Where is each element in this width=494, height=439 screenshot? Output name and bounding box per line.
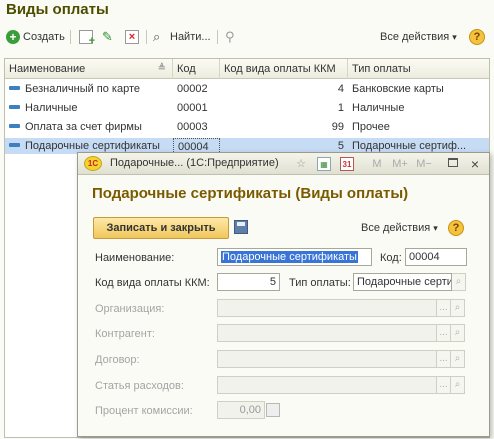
toolbar-separator bbox=[70, 30, 71, 44]
create-icon: + bbox=[6, 30, 20, 44]
column-header-name[interactable]: Наименование ≜ bbox=[5, 59, 173, 79]
find-button[interactable]: ⌕ Найти... bbox=[153, 28, 211, 46]
name-field[interactable]: Подарочные сертификаты bbox=[217, 248, 372, 266]
form-heading: Подарочные сертификаты (Виды оплаты) bbox=[92, 185, 409, 202]
commission-field: 0,00 bbox=[217, 401, 265, 419]
payment-type-form-window: 1С Подарочные... (1С:Предприятие) ☆ ▦ 31… bbox=[77, 152, 490, 437]
save-and-close-button[interactable]: Записать и закрыть bbox=[93, 217, 229, 239]
calendar-icon[interactable]: 31 bbox=[340, 157, 354, 171]
table-row[interactable]: Безналичный по карте 00002 4 Банковские … bbox=[5, 81, 489, 97]
save-icon[interactable] bbox=[234, 220, 248, 234]
m-plus-icon[interactable]: M+ bbox=[391, 157, 409, 171]
all-actions-menu[interactable]: Все действия ▾ bbox=[380, 28, 457, 46]
copy-button[interactable] bbox=[79, 28, 95, 47]
payment-type-label: Тип оплаты: bbox=[289, 277, 351, 289]
counterparty-label: Контрагент: bbox=[95, 328, 155, 340]
catalog-item-icon bbox=[9, 86, 20, 91]
catalog-item-icon bbox=[9, 105, 20, 110]
find-icon: ⌕ bbox=[153, 29, 161, 44]
name-label: Наименование: bbox=[95, 252, 175, 264]
table-header: Наименование ≜ Код Код вида оплаты ККМ Т… bbox=[5, 59, 489, 79]
column-header-kkm[interactable]: Код вида оплаты ККМ bbox=[220, 59, 348, 79]
code-field[interactable]: 00004 bbox=[405, 248, 467, 266]
find-label: Найти... bbox=[170, 31, 211, 43]
calculator-icon bbox=[266, 403, 280, 417]
code-label: Код: bbox=[380, 252, 402, 264]
restore-icon[interactable] bbox=[446, 157, 460, 171]
close-icon[interactable]: × bbox=[468, 157, 482, 171]
payment-type-field[interactable]: Подарочные серти bbox=[353, 273, 452, 291]
page-title: Виды оплаты bbox=[6, 1, 109, 18]
kkm-code-field[interactable]: 5 bbox=[217, 273, 280, 291]
catalog-item-icon bbox=[9, 143, 20, 148]
search-icon: ⌕ bbox=[451, 376, 465, 394]
create-label: Создать bbox=[23, 31, 65, 43]
search-icon: ⌕ bbox=[451, 299, 465, 317]
delete-button[interactable]: × bbox=[125, 28, 139, 46]
create-button[interactable]: + Создать bbox=[6, 28, 65, 46]
catalog-item-icon bbox=[9, 124, 20, 129]
edit-button[interactable]: ✎ bbox=[102, 28, 116, 46]
select-button: ... bbox=[437, 350, 451, 368]
search-icon[interactable]: ⌕ bbox=[452, 273, 466, 291]
chevron-down-icon: ▾ bbox=[452, 31, 457, 42]
help-icon[interactable]: ? bbox=[448, 220, 464, 236]
app-logo-icon: 1С bbox=[84, 156, 102, 171]
toolbar-separator bbox=[146, 30, 147, 44]
chevron-down-icon: ▾ bbox=[433, 223, 438, 233]
table-row[interactable]: Наличные 00001 1 Наличные bbox=[5, 100, 489, 116]
toolbar: + Создать ✎ × ⌕ Найти... ⚲ Все действия … bbox=[4, 26, 490, 48]
dialog-all-actions-menu[interactable]: Все действия ▾ bbox=[361, 222, 438, 234]
window-title: Подарочные... (1С:Предприятие) bbox=[110, 157, 279, 169]
expense-item-field bbox=[217, 376, 437, 394]
organization-field bbox=[217, 299, 437, 317]
edit-icon: ✎ bbox=[102, 29, 113, 44]
search-icon: ⌕ bbox=[451, 324, 465, 342]
expense-item-label: Статья расходов: bbox=[95, 380, 184, 392]
commission-label: Процент комиссии: bbox=[95, 405, 193, 417]
organization-label: Организация: bbox=[95, 303, 165, 315]
counterparty-field bbox=[217, 324, 437, 342]
all-actions-label: Все действия bbox=[380, 31, 450, 43]
help-button[interactable]: ? bbox=[469, 28, 485, 46]
delete-icon: × bbox=[125, 30, 139, 44]
kkm-code-label: Код вида оплаты ККМ: bbox=[95, 277, 210, 289]
all-actions-label: Все действия bbox=[361, 222, 431, 234]
copy-icon bbox=[79, 30, 95, 47]
sort-icon: ≜ bbox=[157, 63, 166, 74]
search-icon: ⌕ bbox=[451, 350, 465, 368]
m-memory-icon[interactable]: M bbox=[370, 157, 384, 171]
select-button: ... bbox=[437, 324, 451, 342]
contract-label: Договор: bbox=[95, 354, 140, 366]
help-icon: ? bbox=[469, 29, 485, 45]
table-row[interactable]: Оплата за счет фирмы 00003 99 Прочее bbox=[5, 119, 489, 135]
report-icon[interactable]: ▦ bbox=[317, 157, 331, 171]
select-button: ... bbox=[437, 299, 451, 317]
column-header-code[interactable]: Код bbox=[173, 59, 220, 79]
window-titlebar[interactable]: 1С Подарочные... (1С:Предприятие) ☆ ▦ 31… bbox=[78, 153, 489, 175]
filter-button[interactable]: ⚲ bbox=[225, 28, 239, 46]
contract-field bbox=[217, 350, 437, 368]
m-minus-icon[interactable]: M− bbox=[415, 157, 433, 171]
star-icon[interactable]: ☆ bbox=[294, 157, 308, 171]
column-header-type[interactable]: Тип оплаты bbox=[348, 59, 489, 79]
toolbar-separator bbox=[217, 30, 218, 44]
filter-icon: ⚲ bbox=[225, 29, 235, 44]
select-button: ... bbox=[437, 376, 451, 394]
